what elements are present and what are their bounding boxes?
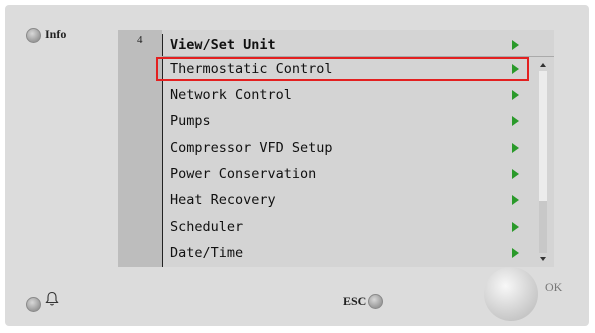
- menu-item-arrow-icon: [512, 195, 519, 205]
- ok-button[interactable]: [484, 267, 538, 321]
- menu-item-arrow-icon: [512, 143, 519, 153]
- alarm-led[interactable]: [26, 297, 41, 312]
- menu-item-arrow-icon: [512, 169, 519, 179]
- menu-item-network-control[interactable]: Network Control: [170, 83, 292, 107]
- controller-panel: Info 4 View/Set Unit Thermostatic Contro…: [5, 5, 589, 326]
- menu-item-heat-recovery[interactable]: Heat Recovery: [170, 188, 276, 212]
- display-screen: 4 View/Set Unit Thermostatic Control Net…: [118, 30, 554, 267]
- scroll-up-icon[interactable]: [540, 63, 546, 67]
- esc-button[interactable]: [368, 294, 383, 309]
- menu-item-date-time[interactable]: Date/Time: [170, 241, 243, 265]
- selection-highlight: [156, 57, 529, 81]
- menu-level: 4: [137, 34, 143, 46]
- menu-item-arrow-icon: [512, 222, 519, 232]
- ok-label: OK: [545, 280, 563, 294]
- menu-title: View/Set Unit: [170, 37, 276, 53]
- menu-item-arrow-icon: [512, 248, 519, 258]
- menu-scrollbar[interactable]: [537, 57, 550, 267]
- menu-item-scheduler[interactable]: Scheduler: [170, 215, 243, 239]
- menu-item-power-conservation[interactable]: Power Conservation: [170, 162, 316, 186]
- scroll-down-icon[interactable]: [540, 257, 546, 261]
- bell-icon[interactable]: [45, 291, 59, 307]
- scroll-thumb[interactable]: [539, 71, 547, 201]
- menu-item-arrow-icon: [512, 90, 519, 100]
- info-label: Info: [45, 27, 67, 41]
- scroll-track[interactable]: [539, 71, 547, 253]
- info-led[interactable]: [26, 28, 41, 43]
- menu-item-pumps[interactable]: Pumps: [170, 109, 211, 133]
- title-arrow-icon: [512, 40, 519, 50]
- menu-item-arrow-icon: [512, 116, 519, 126]
- menu-item-compressor-vfd-setup[interactable]: Compressor VFD Setup: [170, 136, 333, 160]
- esc-label: ESC: [343, 294, 367, 308]
